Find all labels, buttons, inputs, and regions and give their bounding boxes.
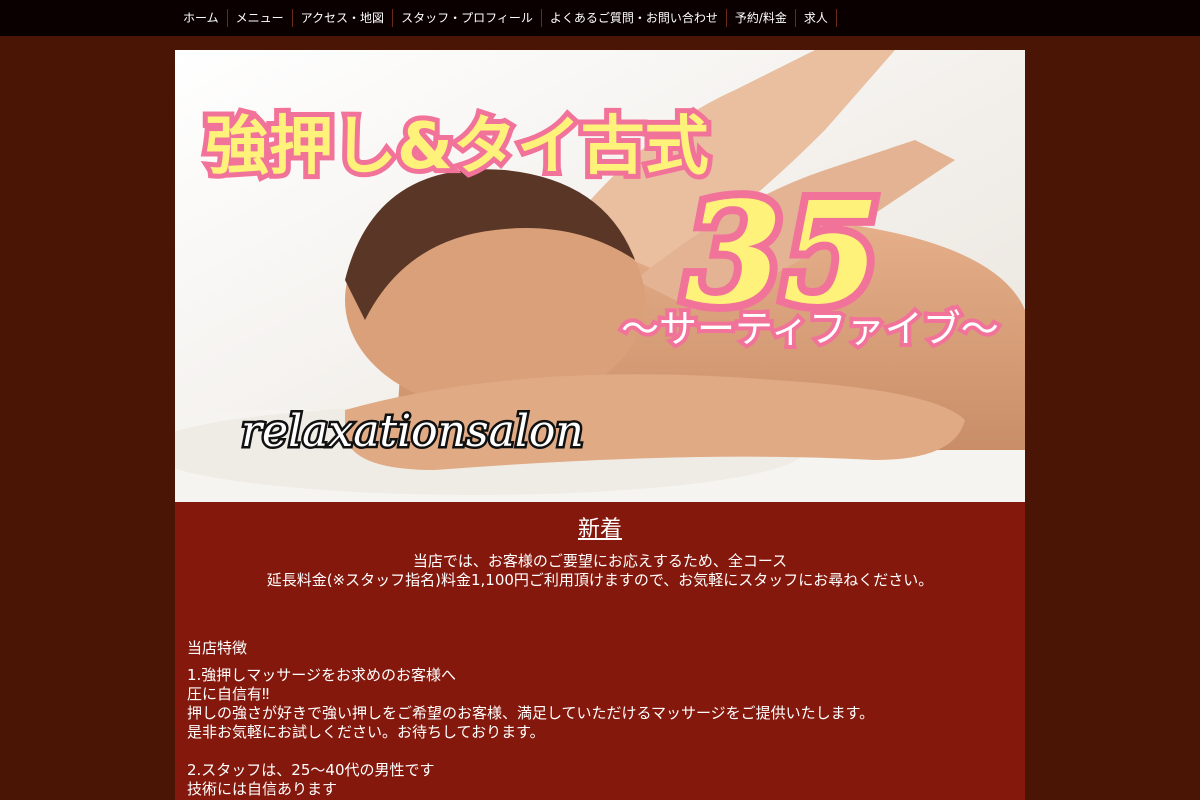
- nav-item-reservation[interactable]: 予約/料金: [727, 9, 796, 27]
- intro-line-2: 延長料金(※スタッフ指名)料金1,100円ご利用頂けますので、お気軽にスタッフに…: [266, 571, 934, 589]
- news-panel: 新着 当店では、お客様のご要望にお応えするため、全コース 延長料金(※スタッフ指…: [175, 502, 1025, 800]
- feature-1-line-4: 是非お気軽にお試しください。お待ちしております。: [187, 723, 545, 741]
- hero-script-text: relaxationsalon: [241, 406, 584, 457]
- features-label: 当店特徴: [187, 639, 248, 657]
- hero-image: 強押し&タイ古式 35 〜サーティファイブ〜 relaxationsalon: [175, 50, 1025, 502]
- nav-item-home[interactable]: ホーム: [175, 9, 228, 27]
- nav-item-access[interactable]: アクセス・地図: [293, 9, 394, 27]
- feature-1-line-3: 押しの強さが好きで強い押しをご希望のお客様、満足していただけるマッサージをご提供…: [187, 704, 875, 722]
- hero-subtitle: 〜サーティファイブ〜: [621, 307, 999, 351]
- feature-1-line-2: 圧に自信有‼: [187, 685, 270, 703]
- nav-item-recruit[interactable]: 求人: [796, 9, 837, 27]
- hero-headline: 強押し&タイ古式: [205, 110, 709, 184]
- news-title: 新着: [577, 517, 622, 542]
- hero-banner: 強押し&タイ古式 35 〜サーティファイブ〜 relaxationsalon: [175, 50, 1025, 502]
- nav-item-menu[interactable]: メニュー: [228, 9, 293, 27]
- main-nav: ホーム メニュー アクセス・地図 スタッフ・プロフィール よくあるご質問・お問い…: [175, 9, 837, 27]
- news-intro: 当店では、お客様のご要望にお応えするため、全コース 延長料金(※スタッフ指名)料…: [175, 552, 1025, 590]
- feature-2-line-2: 技術には自信あります: [187, 780, 338, 798]
- top-navigation-bar: ホーム メニュー アクセス・地図 スタッフ・プロフィール よくあるご質問・お問い…: [0, 0, 1200, 36]
- feature-2-title: 2.スタッフは、25〜40代の男性です: [187, 761, 435, 779]
- features-section: 当店特徴 1.強押しマッサージをお求めのお客様へ 圧に自信有‼ 押しの強さが好き…: [187, 639, 1007, 799]
- nav-item-staff[interactable]: スタッフ・プロフィール: [393, 9, 542, 27]
- nav-item-faq[interactable]: よくあるご質問・お問い合わせ: [542, 9, 727, 27]
- intro-line-1: 当店では、お客様のご要望にお応えするため、全コース: [412, 552, 788, 570]
- feature-1-title: 1.強押しマッサージをお求めのお客様へ: [187, 666, 457, 684]
